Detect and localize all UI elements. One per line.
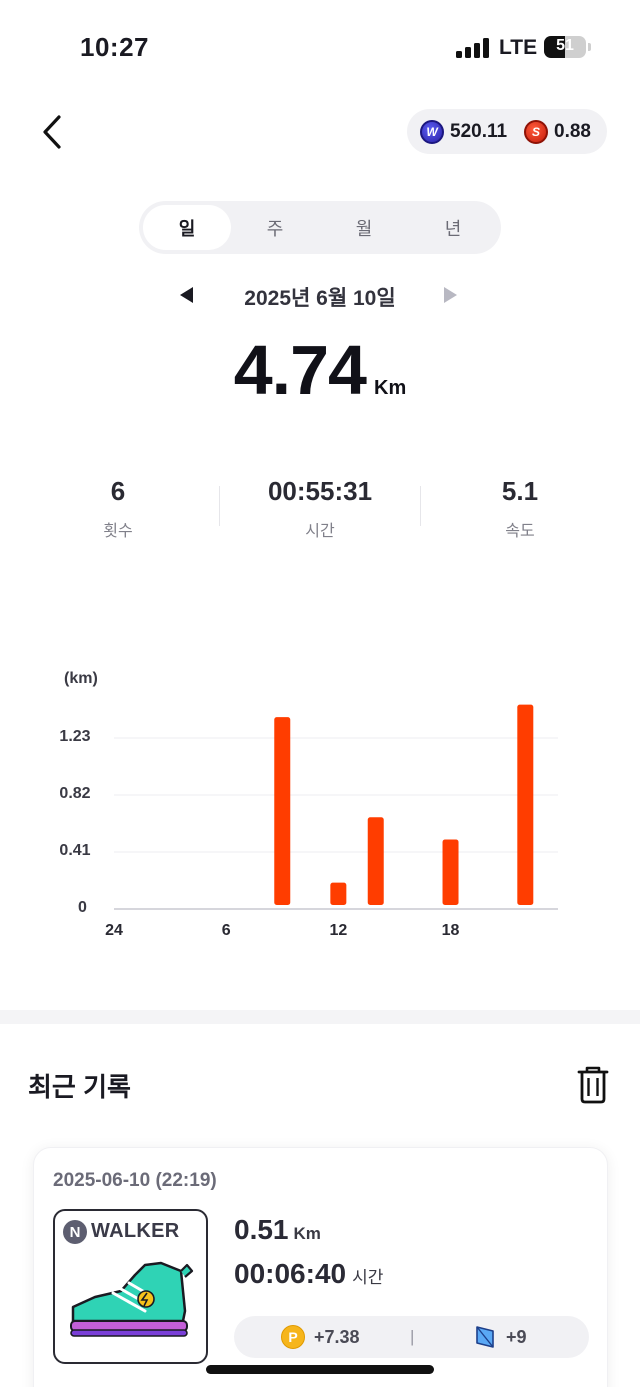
chart-bar[interactable] xyxy=(330,882,347,905)
network-type: LTE xyxy=(499,36,538,59)
record-card[interactable]: 2025-06-10 (22:19) N WALKER 0.51 Km 00:06… xyxy=(33,1147,608,1387)
record-distance-value: 0.51 xyxy=(234,1214,289,1245)
s-coin-icon: S xyxy=(524,120,548,144)
date-label: 2025년 6월 10일 xyxy=(244,287,396,310)
chart-y-tick: 0.41 xyxy=(59,842,91,859)
chart-x-tick: 18 xyxy=(441,922,460,939)
w-coin-icon: W xyxy=(420,120,444,144)
back-button[interactable] xyxy=(34,110,74,154)
stat-count-value: 6 xyxy=(110,476,126,506)
stat-time-label: 시간 xyxy=(305,523,335,540)
point-coin-icon: P xyxy=(281,1325,305,1349)
battery-cap xyxy=(588,43,591,51)
chevron-left-icon xyxy=(43,115,61,149)
reward-gems: +9 xyxy=(506,1327,527,1347)
stat-time-value: 00:55:31 xyxy=(267,476,373,506)
tab-day[interactable]: 일 xyxy=(143,205,231,250)
hourly-distance-chart: (km) 1.23 0.82 0.41 0 24 6 12 18 xyxy=(0,660,640,960)
shoe-thumbnail: N WALKER xyxy=(53,1209,208,1364)
chart-bar[interactable] xyxy=(367,817,384,905)
chart-y-tick: 1.23 xyxy=(59,728,91,745)
period-tabs: 일 주 월 년 xyxy=(139,201,501,254)
gem-icon xyxy=(476,1326,494,1348)
chart-bar[interactable] xyxy=(517,704,534,905)
chart-x-tick: 6 xyxy=(221,922,231,939)
record-time-unit: 시간 xyxy=(352,1268,384,1287)
stats-row: 6 횟수 00:55:31 시간 5.1 속도 xyxy=(0,476,640,546)
distance-summary: 4.74 Km xyxy=(0,330,640,410)
reward-divider: | xyxy=(410,1327,415,1346)
record-time: 00:06:40 시간 xyxy=(234,1258,383,1290)
record-distance: 0.51 Km xyxy=(234,1214,321,1246)
date-navigator: 2025년 6월 10일 xyxy=(0,278,640,314)
section-separator xyxy=(0,1010,640,1024)
stat-time: 00:55:31 시간 xyxy=(220,476,420,541)
distance-unit: Km xyxy=(374,377,407,399)
total-distance: 4.74 xyxy=(233,331,367,409)
stat-count: 6 횟수 xyxy=(18,476,218,541)
reward-pill: P +7.38 | +9 xyxy=(234,1316,589,1358)
record-distance-unit: Km xyxy=(293,1224,321,1243)
stat-speed: 5.1 속도 xyxy=(420,476,620,541)
stat-count-label: 횟수 xyxy=(103,523,133,540)
battery-level: 51 xyxy=(556,37,574,54)
chart-x-tick: 24 xyxy=(105,922,123,939)
stat-speed-label: 속도 xyxy=(505,523,535,540)
tab-month[interactable]: 월 xyxy=(320,205,408,250)
battery-icon: 51 xyxy=(544,36,586,58)
stat-speed-value: 5.1 xyxy=(501,476,539,506)
balance-pill[interactable]: W 520.11 S 0.88 xyxy=(407,109,607,154)
reward-points: +7.38 xyxy=(314,1327,360,1347)
w-balance: 520.11 xyxy=(450,121,508,142)
chart-y-tick: 0 xyxy=(78,899,87,916)
tab-year[interactable]: 년 xyxy=(409,205,497,250)
delete-button[interactable] xyxy=(576,1066,610,1104)
signal-icon xyxy=(456,38,490,58)
record-time-value: 00:06:40 xyxy=(234,1258,347,1289)
chart-bar[interactable] xyxy=(442,839,459,905)
prev-date-icon[interactable] xyxy=(180,287,193,303)
record-datetime: 2025-06-10 (22:19) xyxy=(53,1170,217,1191)
home-indicator xyxy=(206,1365,434,1374)
trash-icon xyxy=(577,1066,609,1104)
chart-y-tick: 0.82 xyxy=(59,785,91,802)
next-date-icon[interactable] xyxy=(444,287,457,303)
tab-week[interactable]: 주 xyxy=(231,205,319,250)
chart-x-tick: 12 xyxy=(329,922,348,939)
status-bar: 10:27 LTE 51 xyxy=(0,0,640,96)
chart-bar[interactable] xyxy=(274,717,291,905)
recent-records-title: 최근 기록 xyxy=(28,1072,131,1102)
sneaker-icon xyxy=(70,1261,194,1337)
s-balance: 0.88 xyxy=(554,121,591,142)
status-time: 10:27 xyxy=(80,32,149,62)
